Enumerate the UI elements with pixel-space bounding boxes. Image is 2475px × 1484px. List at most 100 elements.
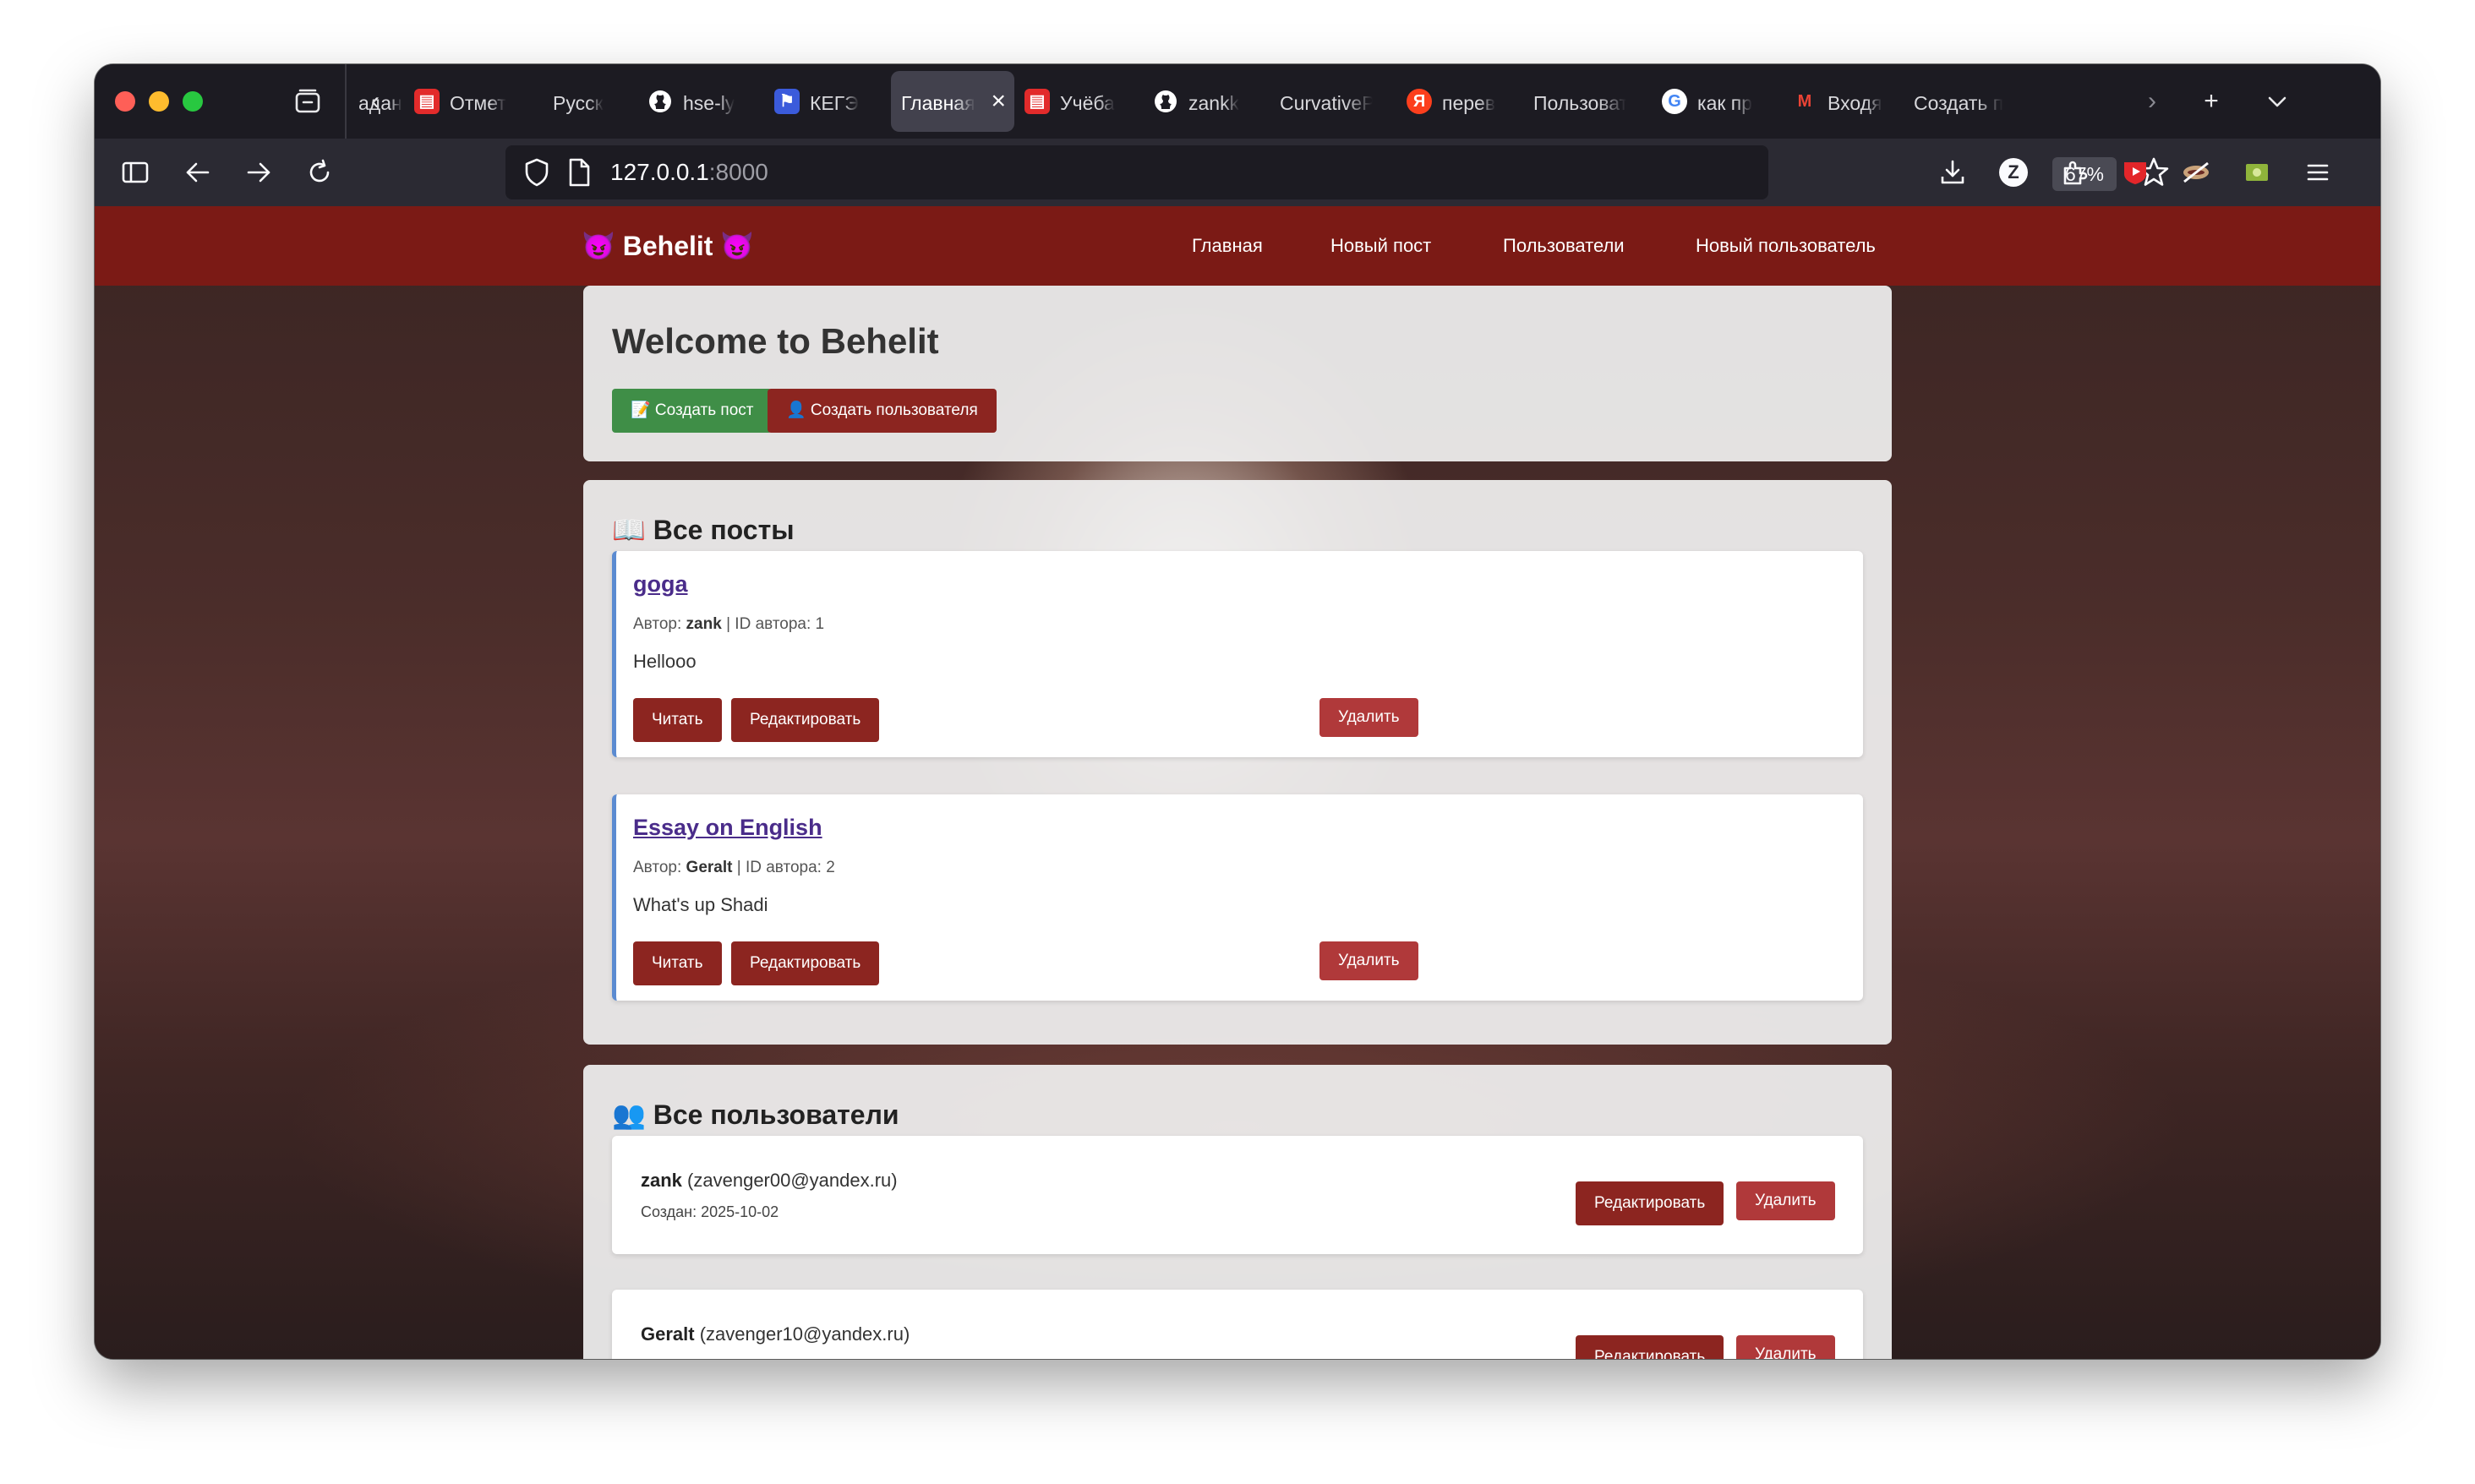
browser-tab[interactable]: CurvativeP [1270,71,1396,132]
edit-post-button[interactable]: Редактировать [731,698,880,742]
delete-user-button[interactable]: Удалить [1736,1181,1835,1220]
github-icon [647,89,673,114]
tab-strip: ‹ адан ▤ Отмет Русск hse-ly ⚑ КЕГЭ Главная × ▤ Учё… [95,64,2380,139]
download-icon[interactable] [1932,152,1973,193]
browser-tab[interactable]: Яперев [1396,71,1523,132]
z-extension-icon[interactable]: Z [1993,152,2034,193]
youtube-extension-icon[interactable] [2115,152,2155,193]
user-item: Geralt (zavenger10@yandex.ru) Редактиров… [612,1290,1863,1359]
post-body: Hellooo [633,651,697,672]
tab-title: Пользоват [1533,91,1626,114]
tab-title: hse-ly [683,91,735,114]
browser-window: ‹ адан ▤ Отмет Русск hse-ly ⚑ КЕГЭ Главная × ▤ Учё… [95,64,2380,1359]
menu-icon[interactable] [2297,152,2338,193]
maximize-window-button[interactable] [183,91,203,112]
welcome-card: Welcome to Behelit 📝 Создать пост 👤 Созд… [583,286,1892,461]
back-icon[interactable] [178,152,218,193]
user-item: zank (zavenger00@yandex.ru) Создан: 2025… [612,1136,1863,1254]
read-post-button[interactable]: Читать [633,941,722,985]
doc-icon: ▤ [414,88,440,114]
browser-tab[interactable]: ▤ Отмет [404,71,543,132]
edit-user-button[interactable]: Редактировать [1576,1181,1724,1225]
tab-title: Учёба [1060,91,1115,114]
nav-link-users[interactable]: Пользователи [1503,206,1625,286]
create-user-button[interactable]: 👤 Создать пользователя [768,389,997,433]
extensions-icon[interactable] [2054,152,2095,193]
close-window-button[interactable] [115,91,135,112]
browser-tab[interactable]: Создать п [1904,71,2030,132]
nav-link-new-post[interactable]: Новый пост [1330,206,1431,286]
close-tab-icon[interactable]: × [991,71,1006,132]
post-meta: Автор: zank | ID автора: 1 [633,615,825,633]
post-body: What's up Shadi [633,894,768,915]
nav-link-new-user[interactable]: Новый пользователь [1696,206,1876,286]
tab-title: Отмет [450,91,506,114]
gmail-icon: M [1797,91,1812,111]
chevron-down-icon[interactable] [2257,81,2297,122]
delete-post-button[interactable]: Удалить [1319,941,1418,980]
tab-title: Главная [901,91,975,114]
tab-title: КЕГЭ [810,91,859,114]
users-card: 👥 Все пользователи zank (zavenger00@yand… [583,1065,1892,1359]
money-extension-icon[interactable] [2237,152,2277,193]
site-brand[interactable]: 😈 Behelit 😈 [582,206,754,286]
post-title-link[interactable]: goga [633,571,688,597]
kege-icon: ⚑ [774,88,800,114]
browser-tab[interactable]: адан [348,71,404,132]
tab-title: Русск [553,91,604,114]
google-icon: G [1662,88,1687,114]
tab-title: Входя [1828,91,1882,114]
shield-icon[interactable] [522,157,551,192]
forward-icon[interactable] [238,152,279,193]
address-bar[interactable]: 127.0.0.1:8000 67% [505,145,2169,199]
nav-link-home[interactable]: Главная [1192,206,1263,286]
browser-tab[interactable]: ▤ Учёба [1014,71,1143,132]
post-title-link[interactable]: Essay on English [633,815,822,841]
minimize-window-button[interactable] [149,91,169,112]
yandex-icon: Я [1407,88,1432,114]
edit-post-button[interactable]: Редактировать [731,941,880,985]
delete-post-button[interactable]: Удалить [1319,698,1418,737]
delete-user-button[interactable]: Удалить [1736,1335,1835,1359]
sidebar-icon[interactable] [115,152,156,193]
create-post-button[interactable]: 📝 Создать пост [612,389,773,433]
browser-tab[interactable]: M Входя [1782,71,1904,132]
browser-tab[interactable]: Главная × [891,71,1014,132]
new-tab-icon[interactable]: + [2191,81,2232,122]
web-page: 😈 Behelit 😈 Главная Новый пост Пользоват… [95,206,2380,1359]
post-meta: Автор: Geralt | ID автора: 2 [633,859,835,876]
post-item: Essay on English Автор: Geralt | ID авто… [612,794,1863,1001]
tab-divider [345,64,347,139]
tab-title: как пр [1697,91,1753,114]
tab-title: адан [358,91,402,114]
site-navbar: 😈 Behelit 😈 Главная Новый пост Пользоват… [95,206,2380,286]
tab-groups-icon[interactable] [287,81,328,122]
tab-list: адан ▤ Отмет Русск hse-ly ⚑ КЕГЭ Главная × ▤ Учёба… [348,71,2225,132]
tab-title: Создать п [1914,91,2004,114]
url-text[interactable]: 127.0.0.1:8000 [610,145,768,199]
tab-title: CurvativeP [1280,91,1373,114]
user-name: Geralt (zavenger10@yandex.ru) [641,1323,910,1345]
users-heading: 👥 Все пользователи [612,1099,899,1130]
browser-tab[interactable]: ⚑ КЕГЭ [764,71,891,132]
reload-icon[interactable] [299,152,340,193]
welcome-title: Welcome to Behelit [612,321,939,361]
post-item: goga Автор: zank | ID автора: 1 Hellooo … [612,551,1863,757]
user-name: zank (zavenger00@yandex.ru) [641,1170,898,1191]
browser-tab[interactable]: Русск [543,71,637,132]
chevron-right-icon[interactable]: › [2132,81,2172,122]
read-post-button[interactable]: Читать [633,698,722,742]
browser-tab[interactable]: hse-ly [637,71,764,132]
edit-user-button[interactable]: Редактировать [1576,1335,1724,1359]
browser-tab[interactable]: Gкак пр [1652,71,1782,132]
tab-title: zankk [1188,91,1240,114]
posts-heading: 📖 Все посты [612,515,795,545]
browser-tab[interactable]: zankk [1143,71,1270,132]
tab-title: перев [1442,91,1496,114]
posts-card: 📖 Все посты goga Автор: zank | ID автора… [583,480,1892,1045]
browser-tab[interactable]: Пользоват [1523,71,1652,132]
doc-icon: ▤ [1024,88,1050,114]
nav-toolbar: 127.0.0.1:8000 67% Z [95,139,2380,206]
github-icon [1153,89,1178,114]
lips-extension-icon[interactable] [2176,152,2216,193]
